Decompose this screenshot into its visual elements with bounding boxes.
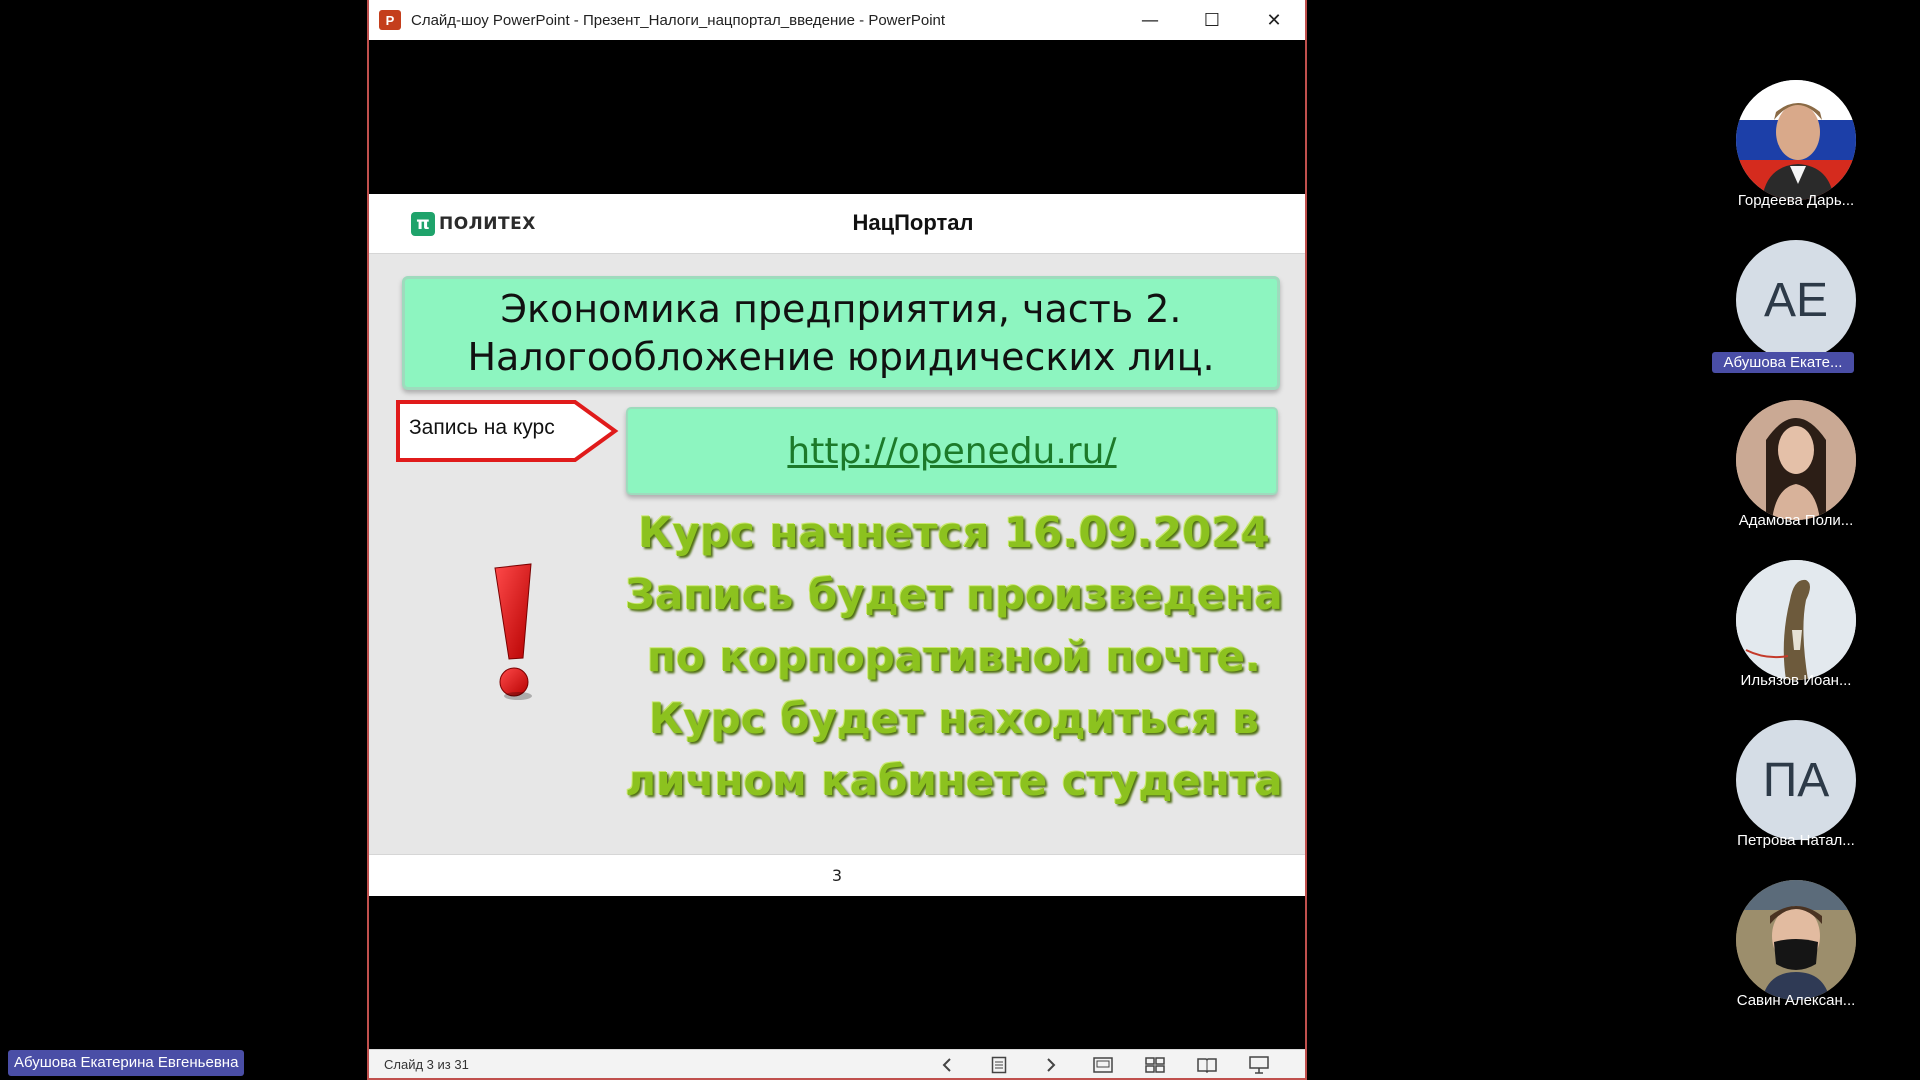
window-controls: — ☐ ✕ [1119,0,1305,40]
course-title-box: Экономика предприятия, часть 2. Налогооб… [402,276,1280,390]
slide-counter: Слайд 3 из 31 [384,1056,469,1072]
person-flag-photo-icon [1736,80,1856,200]
slideshow-icon[interactable] [1243,1053,1275,1077]
enroll-label: Запись на курс [409,416,555,439]
lizard-photo-icon [1736,560,1856,680]
notice-line: Курс будет находиться в [649,694,1259,743]
notice-line: Курс начнется 16.09.2024 [638,508,1270,557]
avatar: АЕ [1736,240,1856,360]
slide-page-number: 3 [831,866,843,885]
reading-view-icon[interactable] [1191,1053,1223,1077]
avatar-initials: ПА [1762,753,1830,807]
avatar [1736,400,1856,520]
enroll-callout: Запись на курс [395,399,620,463]
participant-name: Ильязов Иоан... [1740,672,1852,689]
next-icon[interactable] [1035,1053,1067,1077]
slide-header: π ПОЛИТЕХ НацПортал [369,194,1305,254]
avatar [1736,80,1856,200]
link-box: http://openedu.ru/ [626,407,1278,495]
person-woman-photo-icon [1736,400,1856,520]
close-button[interactable]: ✕ [1243,0,1305,40]
person-mask-photo-icon [1736,880,1856,1000]
slide-header-title: НацПортал [852,210,974,235]
notice-text: Курс начнется 16.09.2024 Запись будет пр… [609,502,1299,812]
minimize-button[interactable]: — [1119,0,1181,40]
status-bar: Слайд 3 из 31 [369,1049,1305,1078]
course-title-line: Налогообложение юридических лиц. [467,335,1215,379]
notes-icon[interactable] [983,1053,1015,1077]
participant-tile[interactable]: Савин Алексан... [1718,860,1874,1009]
prev-icon[interactable] [931,1053,963,1077]
participant-name: Гордеева Дарь... [1737,192,1855,209]
title-bar: P Слайд-шоу PowerPoint - Презент_Налоги_… [369,0,1305,40]
avatar-initials: АЕ [1763,273,1829,327]
participant-tile[interactable]: Ильязов Иоан... [1718,540,1874,689]
notice-line: Запись будет произведена [625,570,1283,619]
powerpoint-icon: P [379,10,401,30]
avatar: ПА [1736,720,1856,840]
openedu-link[interactable]: http://openedu.ru/ [787,431,1116,472]
avatar [1736,880,1856,1000]
participant-tile[interactable]: АЕ Абушова Екате... [1712,220,1874,373]
window-title: Слайд-шоу PowerPoint - Презент_Налоги_на… [411,11,946,29]
slide[interactable]: π ПОЛИТЕХ НацПортал Экономика предприяти… [369,194,1305,896]
course-title-line: Экономика предприятия, часть 2. [500,287,1182,331]
exclamation-icon [494,563,532,700]
presenter-name-tag: Абушова Екатерина Евгеньевна [8,1050,245,1076]
participant-tile[interactable]: Гордеева Дарь... [1718,60,1874,209]
screen: P Слайд-шоу PowerPoint - Презент_Налоги_… [0,0,1920,1080]
avatar [1736,560,1856,680]
powerpoint-window: P Слайд-шоу PowerPoint - Презент_Налоги_… [367,0,1307,1080]
notice-line: по корпоративной почте. [647,632,1261,681]
participant-tile[interactable]: ПА Петрова Натал... [1718,700,1874,849]
participant-name: Петрова Натал... [1737,832,1855,849]
maximize-button[interactable]: ☐ [1181,0,1243,40]
normal-view-icon[interactable] [1087,1053,1119,1077]
slide-footer: 3 [369,854,1305,896]
slide-sorter-icon[interactable] [1139,1053,1171,1077]
slideshow-area[interactable]: π ПОЛИТЕХ НацПортал Экономика предприяти… [369,40,1305,1051]
participant-name-active: Абушова Екате... [1712,352,1854,373]
participant-tile[interactable]: Адамова Поли... [1718,380,1874,529]
participant-name: Адамова Поли... [1738,512,1854,529]
status-tools [931,1050,1275,1079]
participant-name: Савин Алексан... [1736,992,1856,1009]
notice-line: личном кабинете студента [625,756,1283,805]
